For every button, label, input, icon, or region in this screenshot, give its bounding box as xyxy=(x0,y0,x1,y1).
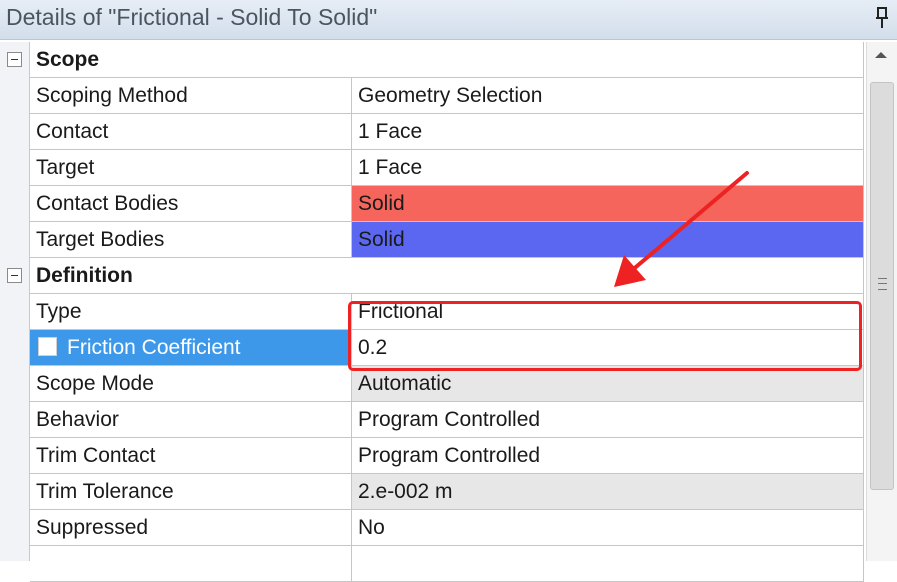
property-label: Behavior xyxy=(30,402,352,438)
table-row[interactable]: Suppressed No xyxy=(0,510,864,546)
property-label: Trim Tolerance xyxy=(30,474,352,510)
property-label: Target Bodies xyxy=(30,222,352,258)
scroll-up-icon[interactable] xyxy=(875,52,887,58)
parameter-checkbox[interactable] xyxy=(38,337,57,356)
red-arrow-icon xyxy=(614,171,749,287)
property-value: 2.e-002 m xyxy=(352,474,864,510)
property-label: Friction Coefficient xyxy=(67,336,241,359)
minus-box-icon[interactable] xyxy=(7,52,22,67)
property-label: Scope Mode xyxy=(30,366,352,402)
property-label: Target xyxy=(30,150,352,186)
property-value[interactable]: Program Controlled xyxy=(352,402,864,438)
property-value[interactable]: No xyxy=(352,510,864,546)
property-label: Contact xyxy=(30,114,352,150)
table-row[interactable]: Trim Tolerance 2.e-002 m xyxy=(0,474,864,510)
table-row[interactable]: Contact 1 Face xyxy=(0,114,864,150)
property-value[interactable]: Program Controlled xyxy=(352,438,864,474)
table-row[interactable]: Scope Mode Automatic xyxy=(0,366,864,402)
table-row[interactable]: Behavior Program Controlled xyxy=(0,402,864,438)
property-label: Type xyxy=(30,294,352,330)
friction-coefficient-label[interactable]: Friction Coefficient xyxy=(30,330,352,366)
property-label-empty xyxy=(30,546,352,582)
property-value[interactable]: Geometry Selection xyxy=(352,78,864,114)
property-value: Automatic xyxy=(352,366,864,402)
property-value-empty xyxy=(352,546,864,582)
highlight-box xyxy=(348,301,862,371)
table-row[interactable]: Scoping Method Geometry Selection xyxy=(0,78,864,114)
property-label: Contact Bodies xyxy=(30,186,352,222)
minus-box-icon[interactable] xyxy=(7,268,22,283)
property-label: Suppressed xyxy=(30,510,352,546)
details-title-bar: Details of "Frictional - Solid To Solid" xyxy=(0,0,897,40)
section-header-scope[interactable]: Scope xyxy=(0,42,864,78)
section-title-scope: Scope xyxy=(30,42,864,78)
property-value[interactable]: 1 Face xyxy=(352,114,864,150)
pin-icon[interactable] xyxy=(875,6,889,30)
table-row[interactable]: Trim Contact Program Controlled xyxy=(0,438,864,474)
property-label: Scoping Method xyxy=(30,78,352,114)
scroll-thumb[interactable] xyxy=(870,82,894,490)
table-row xyxy=(0,546,864,582)
details-title: Details of "Frictional - Solid To Solid" xyxy=(6,4,378,30)
property-label: Trim Contact xyxy=(30,438,352,474)
vertical-scrollbar[interactable] xyxy=(866,42,897,561)
grip-icon xyxy=(878,278,887,290)
